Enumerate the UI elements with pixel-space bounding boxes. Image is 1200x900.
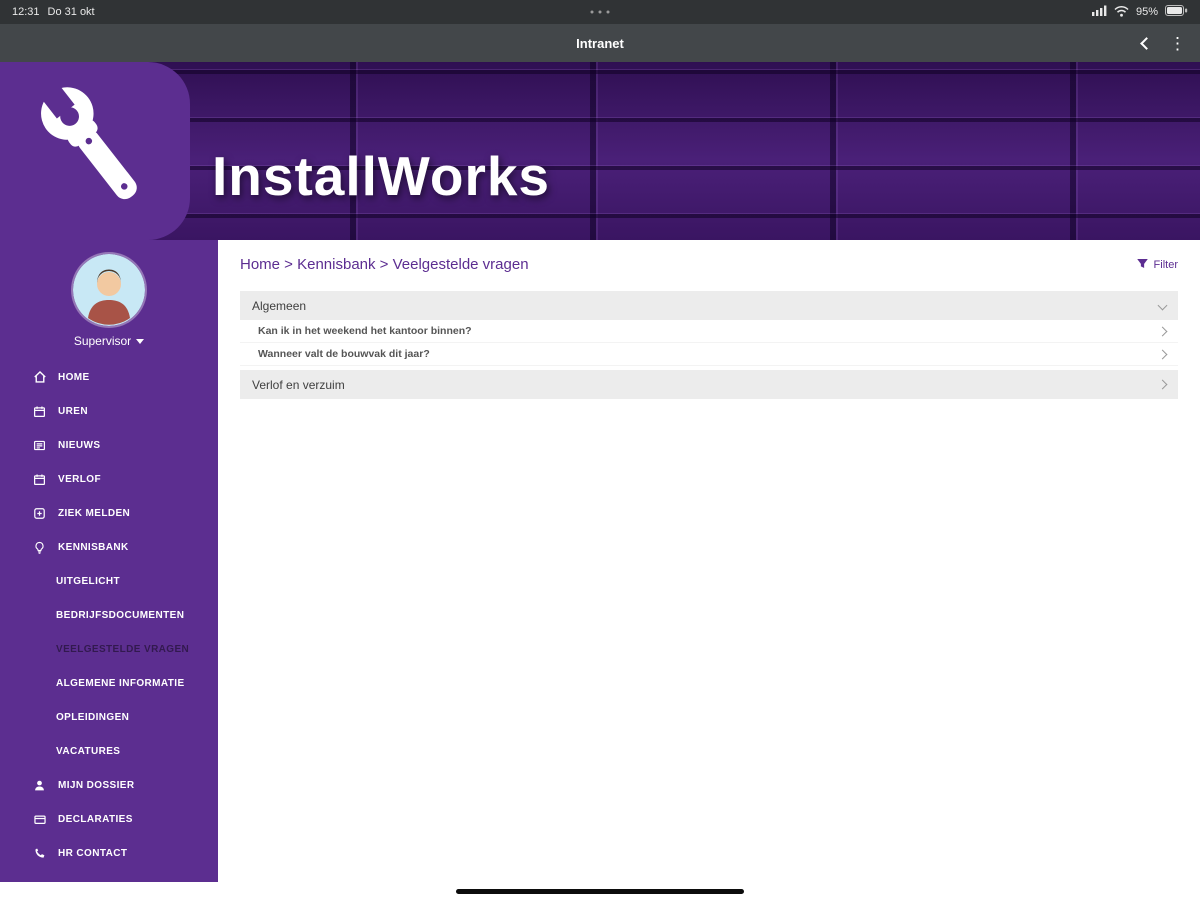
status-date: Do 31 okt [47, 6, 95, 18]
filter-label: Filter [1153, 258, 1178, 271]
sidebar-item-uitgelicht[interactable]: UITGELICHT [0, 564, 218, 598]
faq-section-header[interactable]: Algemeen [240, 291, 1178, 320]
caret-down-icon [136, 338, 145, 344]
faq-question-label: Wanneer valt de bouwvak dit jaar? [258, 348, 430, 360]
signal-icon [1091, 5, 1107, 19]
faq-question-row[interactable]: Kan ik in het weekend het kantoor binnen… [240, 320, 1178, 343]
sidebar: Supervisor HOME UREN NIEUWS VERLOF ZIEK MELD… [0, 240, 218, 882]
news-icon [33, 438, 47, 452]
home-indicator[interactable] [456, 888, 744, 894]
chevron-down-icon [1157, 300, 1168, 311]
avatar[interactable] [73, 254, 145, 326]
sidebar-item-label: VACATURES [56, 745, 121, 757]
overflow-menu-icon[interactable]: ⋮ [1169, 35, 1186, 52]
filter-button[interactable]: Filter [1136, 257, 1178, 273]
sidebar-item-opleidingen[interactable]: OPLEIDINGEN [0, 700, 218, 734]
sidebar-menu: HOME UREN NIEUWS VERLOF ZIEK MELDEN KENNISBAN… [0, 360, 218, 870]
chevron-right-icon [1157, 326, 1168, 336]
sidebar-item-label: NIEUWS [58, 439, 101, 451]
sidebar-item-label: OPLEIDINGEN [56, 711, 130, 723]
sidebar-item-hr-contact[interactable]: HR CONTACT [0, 836, 218, 870]
sidebar-item-mijn-dossier[interactable]: MIJN DOSSIER [0, 768, 218, 802]
page: 12:31 Do 31 okt 95% Intranet ⋮ InstallWo… [0, 0, 1200, 900]
bottom-strip [0, 882, 1200, 900]
sidebar-item-label: ZIEK MELDEN [58, 507, 131, 519]
sidebar-item-ziek-melden[interactable]: ZIEK MELDEN [0, 496, 218, 530]
card-icon [33, 812, 47, 826]
status-left: 12:31 Do 31 okt [12, 6, 95, 18]
sidebar-item-declaraties[interactable]: DECLARATIES [0, 802, 218, 836]
status-right: 95% [1091, 5, 1188, 20]
nav-title: Intranet [576, 35, 624, 51]
faq-question-row[interactable]: Wanneer valt de bouwvak dit jaar? [240, 343, 1178, 366]
sidebar-item-label: MIJN DOSSIER [58, 779, 135, 791]
sidebar-item-label: BEDRIJFSDOCUMENTEN [56, 609, 185, 621]
body-row: Supervisor HOME UREN NIEUWS VERLOF ZIEK MELD… [0, 240, 1200, 882]
calendar-icon [33, 472, 47, 486]
battery-percent: 95% [1135, 6, 1158, 18]
main-content: Home > Kennisbank > Veelgestelde vragen … [218, 240, 1200, 882]
sidebar-item-label: DECLARATIES [58, 813, 133, 825]
sidebar-item-veelgestelde-vragen[interactable]: VEELGESTELDE VRAGEN [0, 632, 218, 666]
main-top: Home > Kennisbank > Veelgestelde vragen … [240, 256, 1178, 273]
sidebar-item-label: ALGEMENE INFORMATIE [56, 677, 185, 689]
phone-icon [33, 846, 47, 860]
sidebar-item-kennisbank[interactable]: KENNISBANK [0, 530, 218, 564]
knowledge-icon [33, 540, 47, 554]
app-logo [0, 62, 190, 240]
person-icon [33, 778, 47, 792]
wifi-icon [1114, 5, 1129, 20]
profile-menu[interactable]: Supervisor [0, 334, 218, 348]
sidebar-item-label: VEELGESTELDE VRAGEN [56, 643, 190, 655]
status-dots-icon [590, 10, 610, 14]
faq-section-header[interactable]: Verlof en verzuim [240, 370, 1178, 399]
sidebar-item-label: UITGELICHT [56, 575, 120, 587]
profile-name-label: Supervisor [73, 334, 132, 348]
calendar-icon [33, 404, 47, 418]
app-name: InstallWorks [212, 145, 551, 207]
faq-list: Algemeen Kan ik in het weekend het kantoo… [240, 291, 1178, 399]
sidebar-item-algemene-informatie[interactable]: ALGEMENE INFORMATIE [0, 666, 218, 700]
sidebar-item-uren[interactable]: UREN [0, 394, 218, 428]
filter-icon [1136, 257, 1149, 273]
chevron-right-icon [1157, 379, 1168, 390]
faq-question-label: Kan ik in het weekend het kantoor binnen… [258, 325, 472, 337]
faq-section-label: Verlof en verzuim [252, 377, 345, 392]
nav-actions: ⋮ [1140, 24, 1186, 62]
chevron-right-icon [1157, 349, 1168, 359]
faq-section-label: Algemeen [252, 298, 307, 313]
sidebar-item-bedrijfsdocumenten[interactable]: BEDRIJFSDOCUMENTEN [0, 598, 218, 632]
sidebar-item-nieuws[interactable]: NIEUWS [0, 428, 218, 462]
sidebar-item-verlof[interactable]: VERLOF [0, 462, 218, 496]
sidebar-item-vacatures[interactable]: VACATURES [0, 734, 218, 768]
status-time: 12:31 [12, 6, 40, 18]
sidebar-item-label: VERLOF [58, 473, 101, 485]
sick-icon [33, 506, 47, 520]
status-bar: 12:31 Do 31 okt 95% [0, 0, 1200, 24]
home-icon [33, 370, 47, 384]
sidebar-item-label: HR CONTACT [58, 847, 128, 859]
back-chevron-icon[interactable] [1140, 36, 1153, 50]
sidebar-item-label: UREN [58, 405, 88, 417]
profile: Supervisor [0, 240, 218, 348]
sidebar-item-label: HOME [58, 371, 90, 383]
sidebar-item-label: KENNISBANK [58, 541, 129, 553]
battery-icon [1165, 5, 1188, 19]
breadcrumb: Home > Kennisbank > Veelgestelde vragen [240, 256, 529, 273]
sidebar-item-home[interactable]: HOME [0, 360, 218, 394]
wrench-icon [20, 74, 170, 229]
app-nav-bar: Intranet ⋮ [0, 24, 1200, 62]
app-banner: InstallWorks [0, 62, 1200, 240]
